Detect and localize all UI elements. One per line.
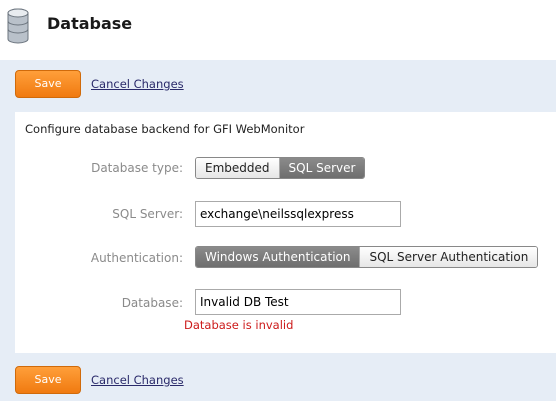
database-type-label: Database type:: [91, 161, 183, 175]
auth-windows-option[interactable]: Windows Authentication: [196, 247, 361, 267]
database-input[interactable]: [195, 289, 401, 315]
form-intro-text: Configure database backend for GFI WebMo…: [25, 122, 305, 136]
cancel-changes-link[interactable]: Cancel Changes: [91, 77, 184, 91]
database-icon: [7, 8, 29, 44]
sql-server-input[interactable]: [195, 201, 401, 227]
database-config-form: Configure database backend for GFI WebMo…: [15, 112, 556, 353]
database-type-sql-server[interactable]: SQL Server: [279, 158, 365, 178]
save-button[interactable]: Save: [15, 70, 81, 98]
database-error-message: Database is invalid: [184, 318, 294, 332]
auth-sql-server-option[interactable]: SQL Server Authentication: [360, 247, 538, 267]
authentication-label: Authentication:: [90, 251, 183, 265]
cancel-changes-link[interactable]: Cancel Changes: [91, 373, 184, 387]
database-type-toggle: Embedded SQL Server: [195, 157, 366, 179]
database-label: Database:: [121, 296, 183, 310]
page-title: Database: [47, 14, 133, 33]
sql-server-label: SQL Server:: [112, 207, 183, 221]
database-type-embedded[interactable]: Embedded: [196, 158, 280, 178]
authentication-toggle: Windows Authentication SQL Server Authen…: [195, 246, 539, 268]
save-button[interactable]: Save: [15, 366, 81, 394]
page-header: Database: [0, 0, 556, 52]
